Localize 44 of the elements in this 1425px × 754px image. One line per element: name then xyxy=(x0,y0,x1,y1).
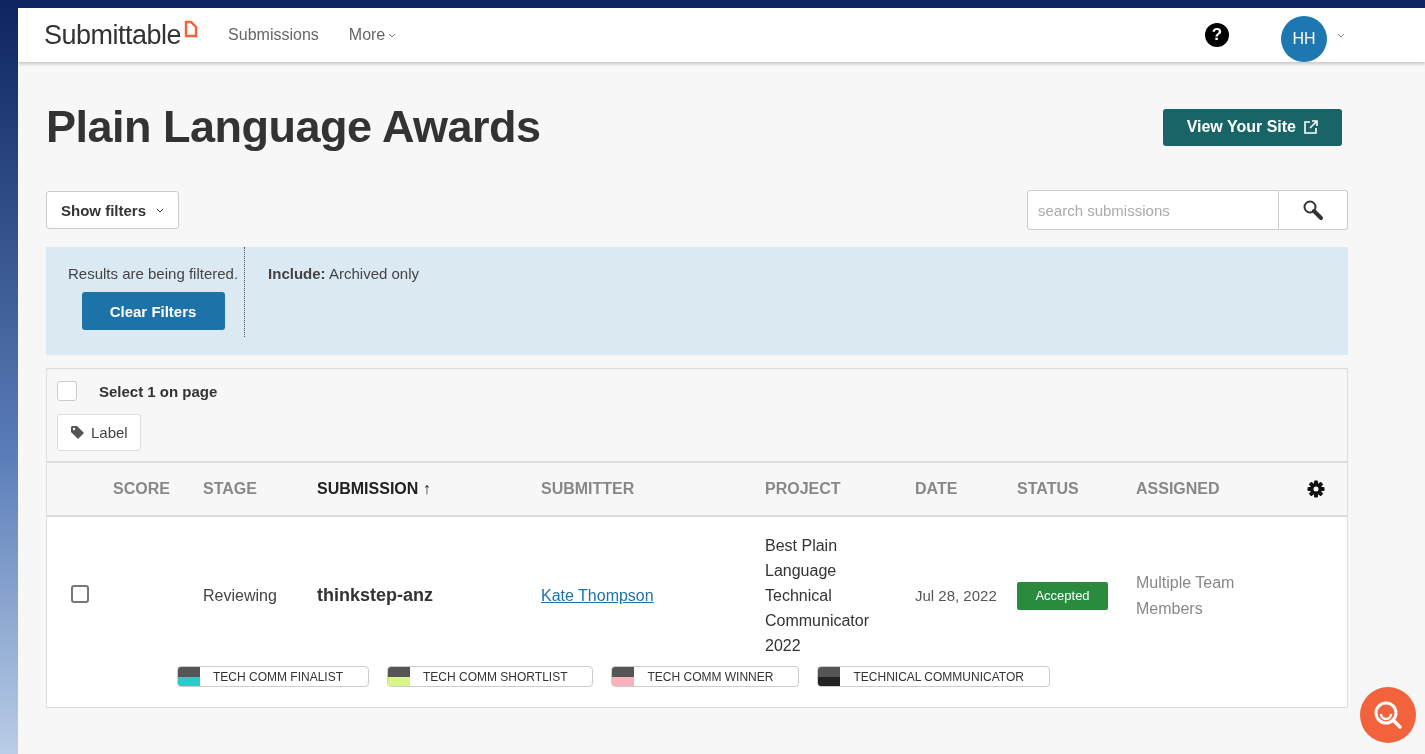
column-header[interactable]: SCORE xyxy=(113,480,203,498)
submitter-link[interactable]: Kate Thompson xyxy=(541,586,654,605)
column-header[interactable]: STATUS xyxy=(1017,480,1136,498)
label-tag[interactable]: TECH COMM WINNER xyxy=(611,666,800,687)
column-header[interactable]: DATE xyxy=(915,480,1017,498)
column-header[interactable]: PROJECT xyxy=(765,480,915,498)
stage-cell-text: Reviewing xyxy=(203,586,278,606)
page-title: Plain Language Awards xyxy=(46,101,541,153)
date-cell-text: Jul 28, 2022 xyxy=(915,587,998,604)
logo[interactable]: Submittable xyxy=(44,19,182,51)
label-tag[interactable]: TECHNICAL COMMUNICATOR xyxy=(817,666,1050,687)
project-cell-text: Best Plain Language Technical Communicator 2022 xyxy=(765,536,871,656)
label-button[interactable]: Label xyxy=(57,414,141,451)
assigned-cell-text: Multiple Team Members xyxy=(1136,572,1236,619)
label-tag[interactable]: TECH COMM SHORTLIST xyxy=(387,666,594,687)
column-header[interactable]: STAGE xyxy=(203,480,317,498)
clear-filters-button[interactable]: Clear Filters xyxy=(81,292,225,330)
external-link-icon xyxy=(1304,120,1318,134)
status-badge: Accepted xyxy=(1017,581,1108,610)
select-all-checkbox[interactable] xyxy=(57,381,77,401)
column-header[interactable]: SUBMITTER xyxy=(541,480,765,498)
search-icon xyxy=(1302,199,1324,221)
filter-notice-text: Results are being filtered. xyxy=(68,265,239,282)
logo-mark-icon xyxy=(184,19,199,38)
nav-link[interactable]: More xyxy=(348,26,397,44)
chevron-down-icon xyxy=(156,207,164,213)
column-header[interactable]: SUBMISSION ↑ xyxy=(317,480,541,498)
nav-link[interactable]: Submissions xyxy=(228,26,319,44)
tag-icon xyxy=(70,425,85,440)
chevron-down-icon[interactable] xyxy=(1337,32,1345,38)
help-button[interactable]: ? xyxy=(1205,23,1229,47)
select-all-label: Select 1 on page xyxy=(99,382,218,400)
row-checkbox[interactable] xyxy=(71,584,89,603)
settings-icon[interactable] xyxy=(1307,480,1325,498)
submission-title[interactable]: thinkstep-anz xyxy=(317,585,541,606)
column-header[interactable]: ASSIGNED xyxy=(1136,480,1307,498)
view-site-button[interactable]: View Your Site xyxy=(1162,108,1342,146)
include-filter-text: Include: Archived only xyxy=(267,264,419,284)
search-button[interactable] xyxy=(1279,190,1348,230)
label-tag[interactable]: TECH COMM FINALIST xyxy=(177,666,369,687)
show-filters-button[interactable]: Show filters xyxy=(46,191,179,229)
user-avatar[interactable]: HH xyxy=(1281,16,1327,62)
search-field[interactable]: search submissions xyxy=(1027,190,1279,230)
search-icon xyxy=(1372,699,1404,731)
